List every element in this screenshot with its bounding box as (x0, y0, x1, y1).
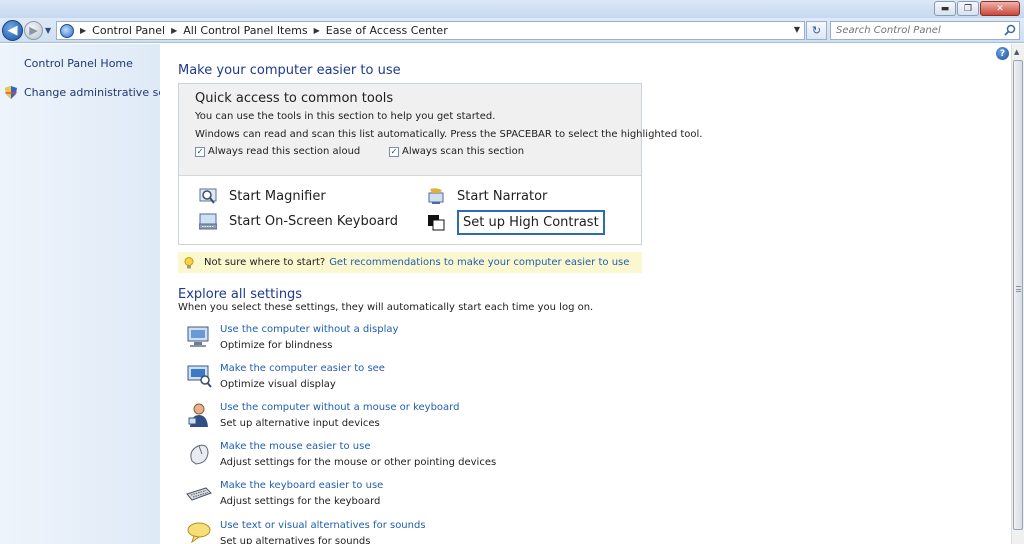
mouse-icon (190, 444, 209, 465)
setting-description: Optimize for blindness (220, 340, 333, 351)
start-narrator-button[interactable]: Start Narrator (427, 188, 547, 205)
setting-sound-alternatives: Use text or visual alternatives for soun… (186, 520, 606, 544)
navigation-bar: ◀ ▶ ▼ ▶ Control Panel ▶ All Control Pane… (0, 18, 1024, 43)
high-contrast-icon (428, 215, 445, 231)
speech-bubble-icon (187, 522, 211, 544)
checkbox-checked-icon[interactable]: ✓ (389, 146, 399, 157)
left-pane: Control Panel Home Change administrative… (0, 44, 196, 544)
checkbox-checked-icon[interactable]: ✓ (195, 146, 205, 157)
setting-description: Adjust settings for the mouse or other p… (220, 457, 497, 468)
monitor-blind-icon (187, 326, 209, 347)
maximize-button[interactable]: ❐ (957, 1, 979, 16)
help-icon[interactable]: ? (996, 47, 1009, 60)
read-aloud-label[interactable]: Always read this section aloud (208, 146, 360, 157)
scroll-up-icon[interactable]: ▲ (1014, 48, 1019, 56)
start-onscreen-keyboard-label[interactable]: Start On-Screen Keyboard (229, 214, 398, 229)
minimize-button[interactable]: ▬ (934, 1, 956, 16)
monitor-magnify-icon (187, 365, 212, 388)
start-magnifier-button[interactable]: Start Magnifier (199, 188, 326, 205)
setting-description: Set up alternatives for sounds (220, 536, 371, 544)
search-icon[interactable] (1004, 24, 1016, 36)
shield-icon (5, 86, 17, 99)
breadcrumb-control-panel[interactable]: Control Panel (92, 24, 165, 37)
vertical-scrollbar[interactable]: ▲ (1011, 44, 1024, 544)
scan-section-checkbox[interactable]: ✓ Always scan this section (389, 146, 524, 157)
close-button[interactable]: ✕ (980, 1, 1020, 16)
quick-access-line-1: You can use the tools in this section to… (195, 111, 496, 122)
back-button[interactable]: ◀ (2, 20, 23, 41)
scan-section-label[interactable]: Always scan this section (402, 146, 524, 157)
setting-link[interactable]: Use the computer without a mouse or keyb… (220, 402, 459, 413)
breadcrumb-all-items[interactable]: All Control Panel Items (183, 24, 307, 37)
start-magnifier-label[interactable]: Start Magnifier (229, 189, 326, 204)
quick-access-header: Quick access to common tools You can use… (179, 84, 702, 176)
tip-question: Not sure where to start? (204, 257, 326, 268)
start-narrator-label[interactable]: Start Narrator (457, 189, 547, 204)
setup-high-contrast-button[interactable]: Set up High Contrast (427, 210, 605, 235)
setting-description: Set up alternative input devices (220, 418, 380, 429)
explore-settings-subtitle: When you select these settings, they wil… (178, 302, 594, 313)
refresh-button[interactable]: ↻ (806, 21, 827, 40)
keyboard-icon (186, 487, 212, 501)
setting-mouse-easier: Make the mouse easier to use Adjust sett… (186, 441, 606, 477)
read-aloud-checkbox[interactable]: ✓ Always read this section aloud (195, 146, 360, 157)
quick-access-title: Quick access to common tools (195, 91, 394, 106)
breadcrumb-ease-of-access[interactable]: Ease of Access Center (326, 24, 448, 37)
setting-description: Adjust settings for the keyboard (220, 496, 381, 507)
search-box[interactable] (830, 21, 1020, 40)
setting-without-mouse-keyboard: Use the computer without a mouse or keyb… (186, 402, 606, 438)
setting-description: Optimize visual display (220, 379, 336, 390)
magnifier-icon (199, 188, 217, 204)
setting-link[interactable]: Make the mouse easier to use (220, 441, 370, 452)
quick-access-line-2: Windows can read and scan this list auto… (195, 129, 703, 140)
setup-high-contrast-label[interactable]: Set up High Contrast (457, 210, 605, 235)
control-panel-icon (60, 23, 74, 38)
setting-link[interactable]: Use the computer without a display (220, 324, 398, 335)
setting-link[interactable]: Make the keyboard easier to use (220, 480, 383, 491)
page-title: Make your computer easier to use (178, 63, 401, 78)
scroll-grip-icon (1016, 286, 1021, 292)
control-panel-home-link[interactable]: Control Panel Home (24, 57, 133, 70)
search-input[interactable] (836, 25, 996, 36)
setting-keyboard-easier: Make the keyboard easier to use Adjust s… (186, 480, 606, 516)
setting-easier-to-see: Make the computer easier to see Optimize… (186, 363, 606, 399)
setting-link[interactable]: Make the computer easier to see (220, 363, 385, 374)
get-recommendations-link[interactable]: Get recommendations to make your compute… (329, 257, 629, 268)
onscreen-keyboard-icon (199, 213, 217, 230)
lightbulb-icon (184, 256, 194, 268)
forward-button[interactable]: ▶ (24, 21, 43, 40)
setting-without-display: Use the computer without a display Optim… (186, 324, 606, 360)
breadcrumb-separator-icon[interactable]: ▶ (314, 26, 320, 35)
setting-link[interactable]: Use text or visual alternatives for soun… (220, 520, 426, 531)
scrollbar-thumb[interactable] (1013, 60, 1023, 530)
window-controls: ▬ ❐ ✕ (933, 1, 1020, 16)
recommendation-tip-bar: Not sure where to start? Get recommendat… (178, 252, 642, 273)
explore-settings-title: Explore all settings (178, 287, 303, 302)
person-icon (188, 403, 208, 427)
title-bar: ▬ ❐ ✕ (0, 0, 1024, 18)
start-onscreen-keyboard-button[interactable]: Start On-Screen Keyboard (199, 213, 398, 230)
breadcrumb-separator-icon[interactable]: ▶ (80, 26, 86, 35)
recent-pages-dropdown-icon[interactable]: ▼ (45, 26, 51, 35)
address-dropdown-icon[interactable]: ▼ (794, 25, 800, 34)
narrator-icon (428, 188, 444, 204)
quick-access-panel: Quick access to common tools You can use… (178, 83, 702, 245)
breadcrumb-separator-icon[interactable]: ▶ (171, 26, 177, 35)
address-bar[interactable]: ▶ Control Panel ▶ All Control Panel Item… (56, 21, 805, 40)
